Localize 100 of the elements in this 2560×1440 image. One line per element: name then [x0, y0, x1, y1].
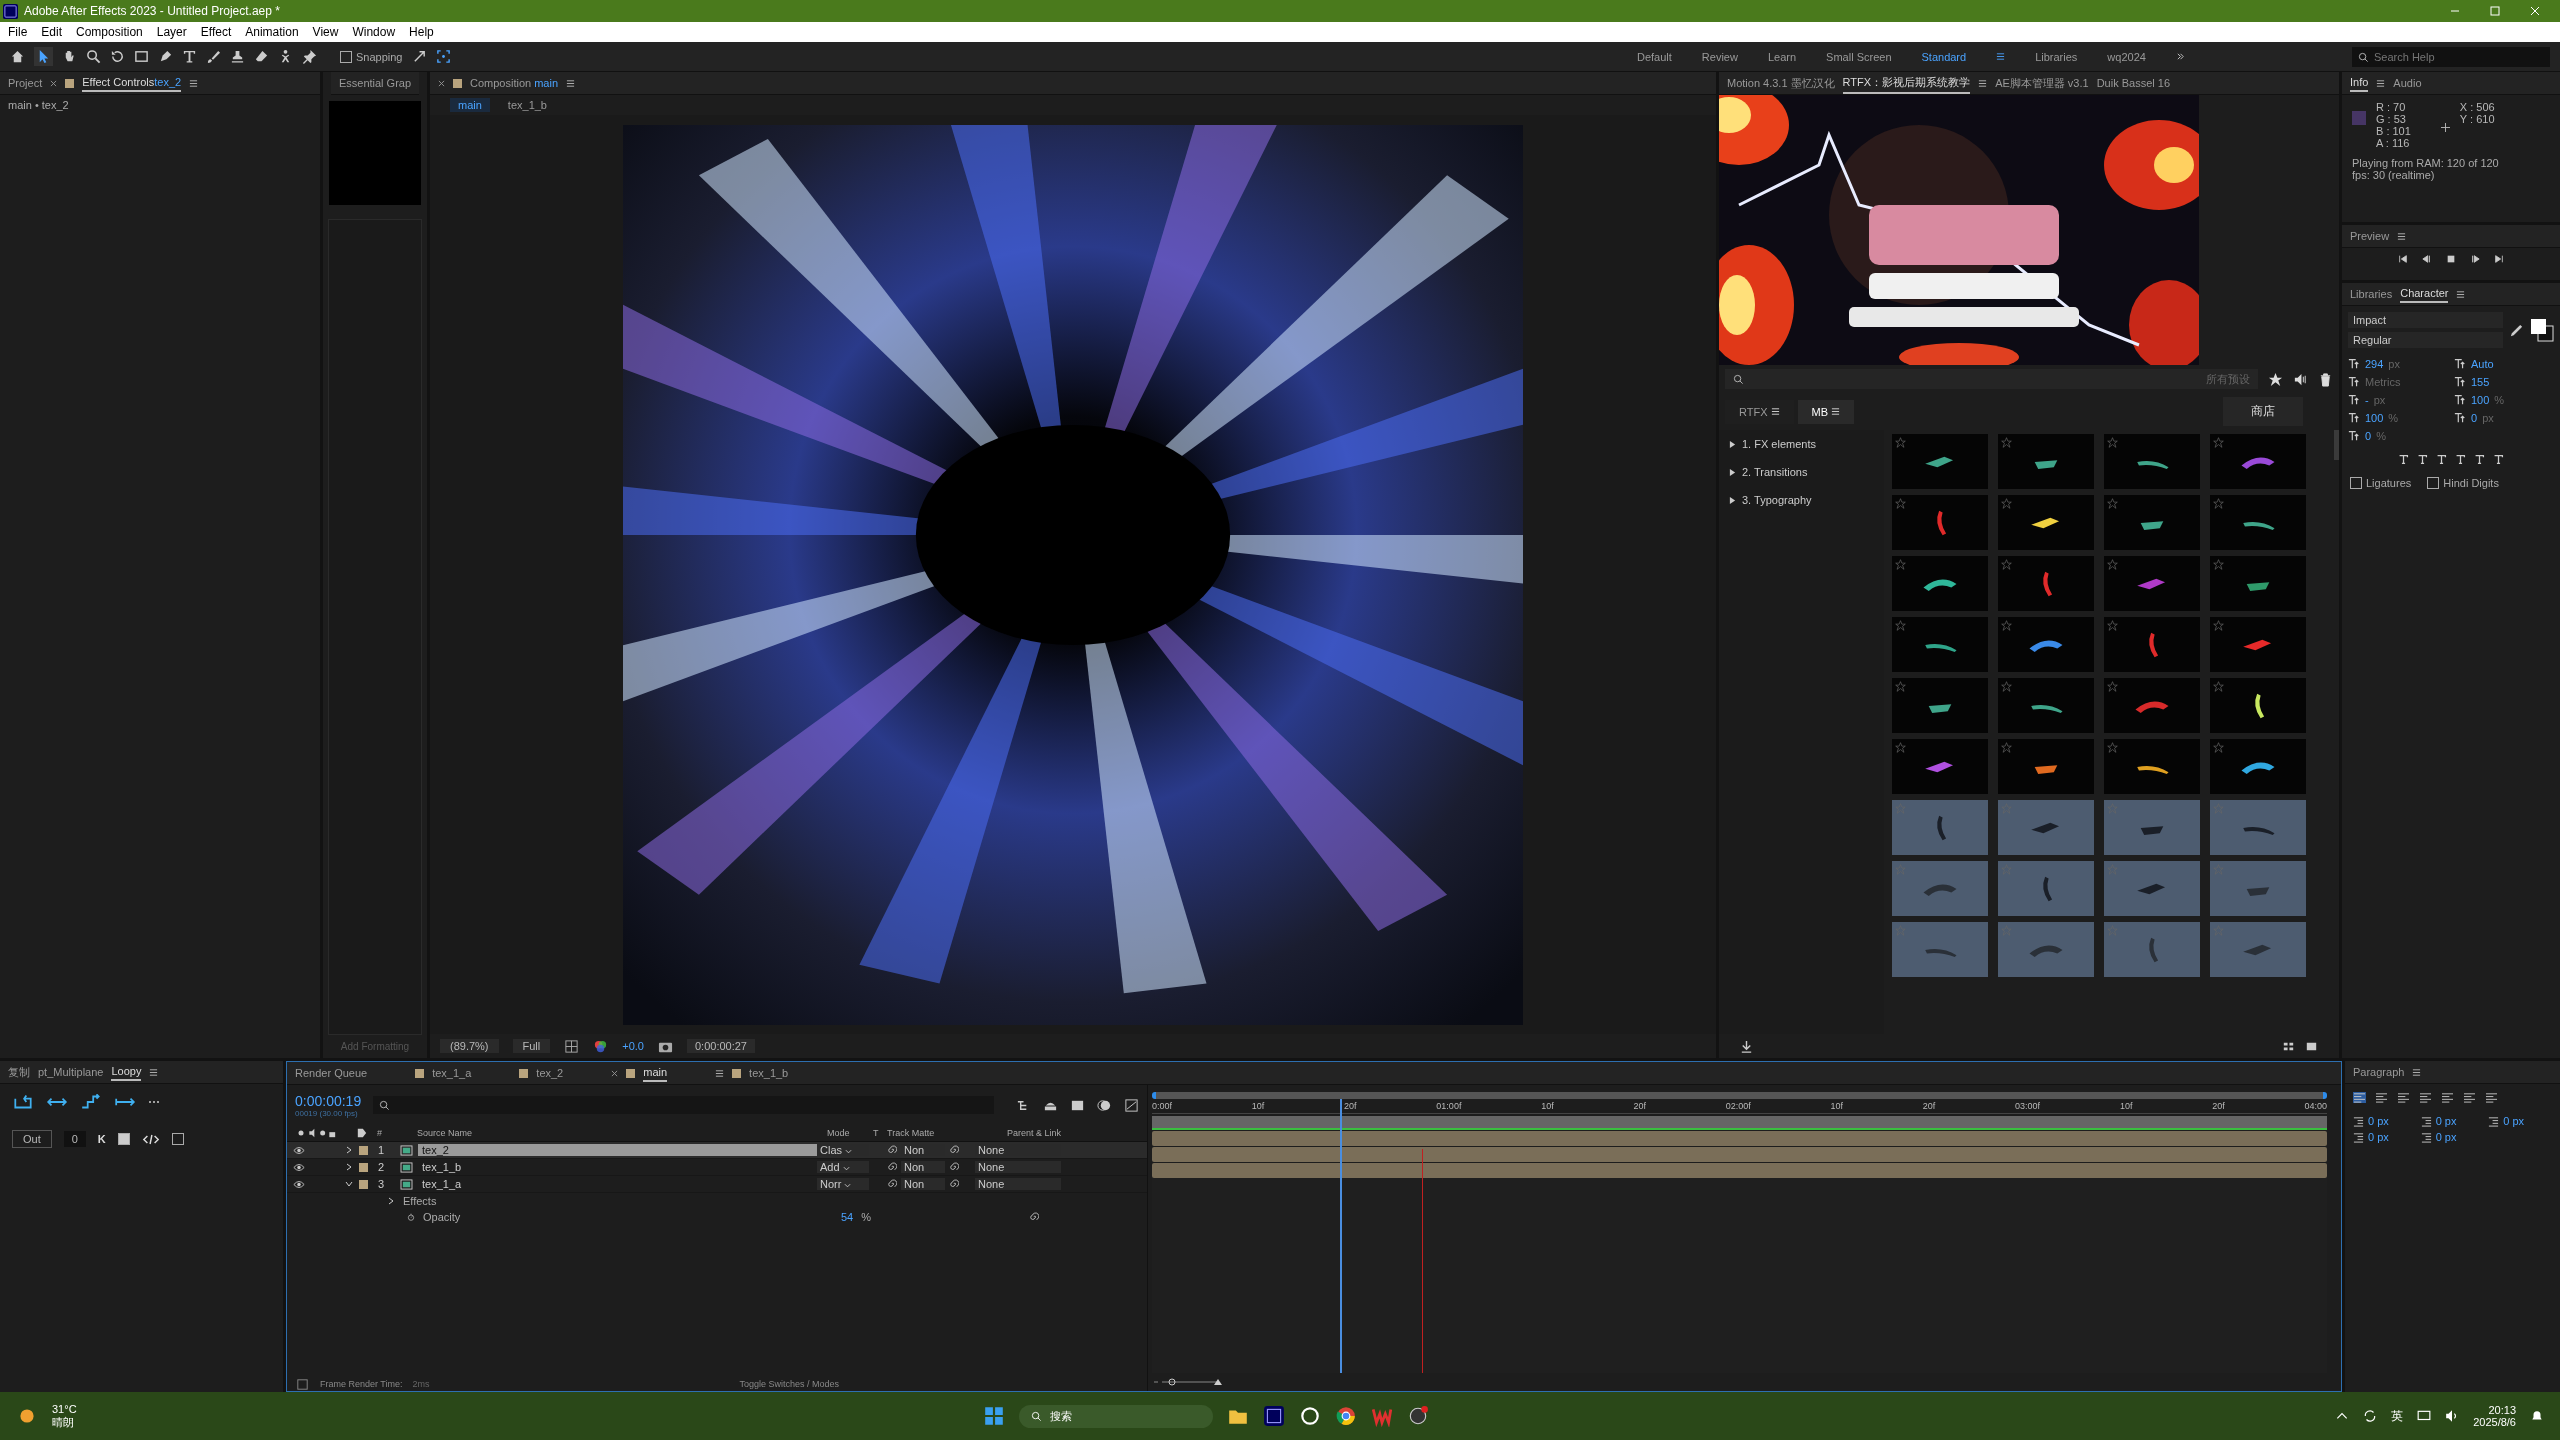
panel-tab[interactable]: Motion 4.3.1 墨忆汉化 [1727, 73, 1835, 93]
panel-tab[interactable]: Info [2350, 74, 2369, 92]
preset-thumbnail[interactable] [2104, 434, 2200, 489]
parent-dropdown[interactable]: None [975, 1161, 1061, 1173]
snapping-checkbox[interactable] [340, 50, 352, 63]
metric-value[interactable]: 100 [2365, 412, 2384, 424]
loop-cycle-icon[interactable] [12, 1094, 34, 1110]
menu-item[interactable]: Help [409, 25, 434, 39]
fill-stroke-swatch-icon[interactable] [2530, 318, 2554, 342]
more-icon[interactable] [148, 1100, 160, 1104]
timecode-display[interactable]: 0:00:00:27 [687, 1039, 755, 1053]
type-style-icon[interactable] [2436, 454, 2447, 465]
preset-thumbnail[interactable] [1998, 800, 2094, 855]
panel-tab[interactable]: RTFX：影视后期系统教学 [1842, 72, 1971, 94]
layer-row[interactable]: 1 tex_2 Clas Non None [287, 1142, 1147, 1159]
preset-thumbnail[interactable] [2104, 617, 2200, 672]
expression-checkbox[interactable] [171, 1133, 184, 1145]
eraser-icon[interactable] [254, 49, 269, 64]
menu-item[interactable]: Layer [156, 25, 187, 39]
eye-icon[interactable] [293, 1145, 305, 1155]
app-logo-icon[interactable] [1262, 1405, 1285, 1427]
menu-icon[interactable] [566, 78, 576, 88]
comp-breadcrumb[interactable]: tex_1_b [499, 98, 555, 112]
workspace-tab[interactable]: Libraries [2035, 50, 2078, 63]
indent-value[interactable]: 0 px [2435, 1131, 2457, 1143]
trash-icon[interactable] [2318, 371, 2333, 387]
close-tab-icon[interactable] [438, 79, 445, 87]
align-icon[interactable] [2353, 1092, 2366, 1103]
category-item[interactable]: 1. FX elements [1729, 438, 1874, 450]
type-style-icon[interactable] [2493, 454, 2504, 465]
metric-value[interactable]: 0 [2365, 430, 2372, 442]
style-dropdown[interactable]: Regular [2348, 332, 2503, 348]
playhead[interactable] [1340, 1099, 1343, 1373]
zoom-slider-icon[interactable] [1152, 1377, 1222, 1387]
align-icon[interactable] [2485, 1092, 2498, 1103]
star-icon[interactable] [2001, 498, 2012, 509]
indent-value[interactable]: 0 px [2368, 1115, 2389, 1127]
preset-thumbnail[interactable] [1998, 617, 2094, 672]
menu-item[interactable]: File [8, 25, 28, 39]
menu-icon[interactable] [149, 1067, 159, 1077]
preset-thumbnail[interactable] [2104, 861, 2200, 916]
preset-thumbnail[interactable] [2210, 739, 2306, 794]
layer-name[interactable]: tex_1_a [418, 1178, 817, 1190]
type-style-icon[interactable] [2417, 454, 2428, 465]
resolution-dropdown[interactable]: Full [512, 1039, 551, 1053]
workspace-tab[interactable]: Review [1701, 50, 1738, 63]
spiral-icon[interactable] [1029, 1212, 1040, 1222]
star-icon[interactable] [2213, 559, 2224, 570]
rectangle-icon[interactable] [134, 49, 149, 64]
render-toggle-icon[interactable] [295, 1376, 310, 1391]
track-matte-dropdown[interactable]: Non [901, 1161, 945, 1173]
zoom-dropdown[interactable]: (89.7%) [440, 1039, 499, 1053]
input-method[interactable]: 英 [2391, 1407, 2404, 1425]
app-icon[interactable] [1298, 1405, 1321, 1427]
step-forward-icon[interactable] [2470, 254, 2480, 264]
workspace-tab[interactable]: Standard [1921, 50, 1967, 63]
timeline-tab[interactable]: main [643, 1064, 668, 1082]
align-icon[interactable] [2463, 1092, 2476, 1103]
motion-blur-icon[interactable] [1097, 1097, 1112, 1113]
preset-thumbnail[interactable] [2210, 800, 2306, 855]
stamp-icon[interactable] [230, 49, 245, 64]
layer-name[interactable]: tex_2 [418, 1144, 817, 1156]
menu-icon[interactable] [2397, 231, 2407, 241]
preset-thumbnail[interactable] [2104, 800, 2200, 855]
library-tab[interactable]: MB [1797, 399, 1855, 424]
timeline-tab[interactable]: tex_2 [536, 1065, 564, 1081]
menu-item[interactable]: Window [352, 25, 396, 39]
rotate-icon[interactable] [110, 49, 125, 64]
layer-search-field[interactable] [373, 1096, 994, 1114]
menu-item[interactable]: View [312, 25, 339, 39]
indent-value[interactable]: 0 px [2503, 1115, 2525, 1127]
eye-icon[interactable] [293, 1179, 305, 1189]
comp-breadcrumb[interactable]: main [450, 98, 490, 112]
menu-icon[interactable] [1996, 52, 2006, 61]
preset-thumbnail[interactable] [1892, 617, 1988, 672]
text-tool-icon[interactable] [182, 49, 197, 64]
scrollbar[interactable] [2334, 430, 2339, 460]
search-help-field[interactable]: Search Help [2352, 46, 2550, 67]
property-value[interactable]: 54 [841, 1211, 854, 1223]
indent-value[interactable]: 0 px [2435, 1115, 2457, 1127]
shop-button[interactable]: 商店 [2223, 397, 2303, 426]
panel-tab[interactable]: Duik Bassel 16 [2096, 75, 2171, 91]
close-tab-icon[interactable] [611, 1069, 619, 1077]
preset-thumbnail[interactable] [2210, 617, 2306, 672]
category-item[interactable]: 2. Transitions [1729, 466, 1874, 478]
star-icon[interactable] [1895, 559, 1906, 570]
notification-icon[interactable] [2530, 1409, 2544, 1423]
category-item[interactable]: 3. Typography [1729, 494, 1874, 506]
panel-tab[interactable]: AE脚本管理器 v3.1 [1995, 73, 2089, 93]
option-checkbox[interactable] [2427, 477, 2440, 489]
current-time[interactable]: 0:00:00:19 [295, 1092, 362, 1109]
star-icon[interactable] [2001, 437, 2012, 448]
menu-item[interactable]: Composition [76, 25, 143, 39]
star-icon[interactable] [1895, 681, 1906, 692]
timeline-tab[interactable]: Render Queue [295, 1065, 368, 1081]
exposure-value[interactable]: +0.0 [622, 1040, 644, 1052]
star-icon[interactable] [2213, 681, 2224, 692]
font-dropdown[interactable]: Impact [2348, 312, 2503, 328]
eyedropper-icon[interactable] [2509, 322, 2524, 338]
metric-value[interactable]: 0 [2471, 412, 2478, 424]
